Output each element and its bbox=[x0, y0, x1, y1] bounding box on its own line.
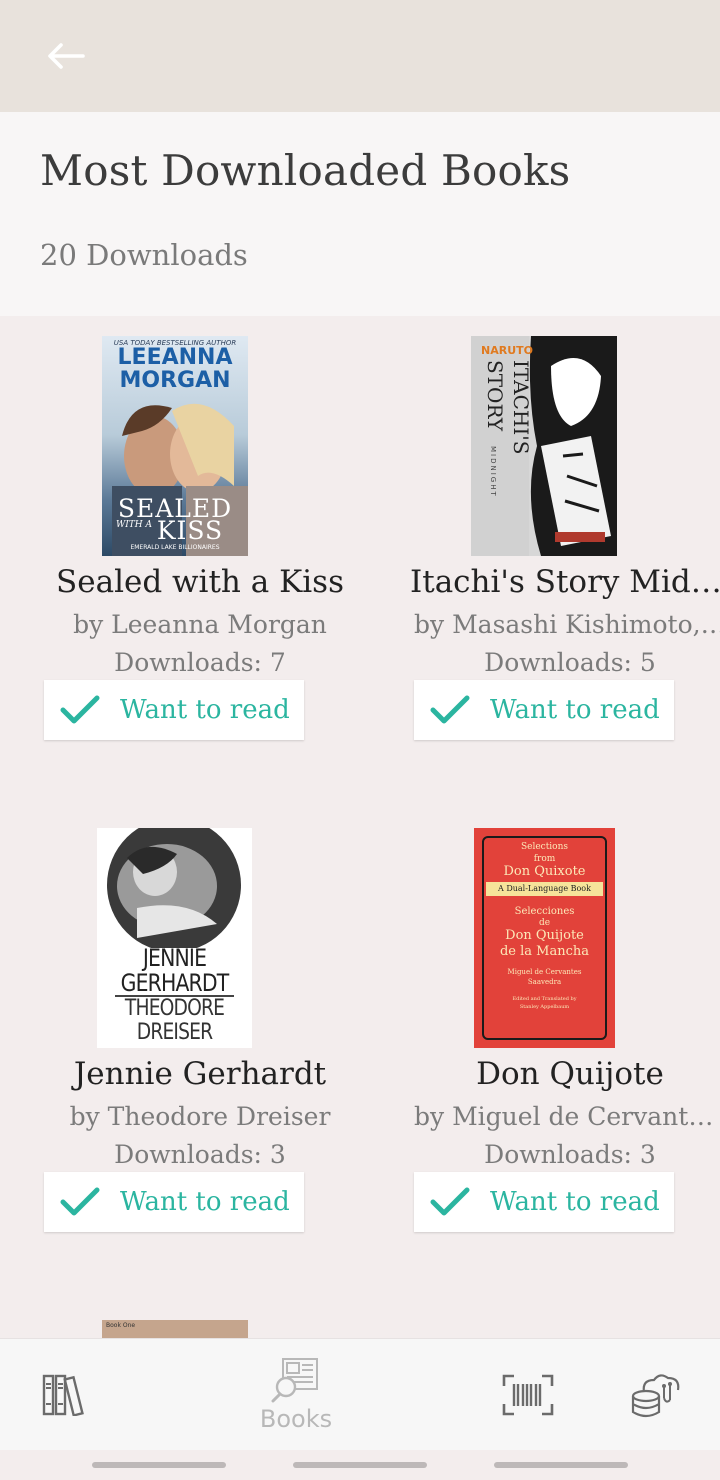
book-cover-partial[interactable]: Book One bbox=[102, 1320, 248, 1338]
want-to-read-button[interactable]: Want to read bbox=[44, 680, 304, 740]
cover-title: ITACHI'S bbox=[509, 360, 533, 455]
cover-series: EMERALD LAKE BILLIONAIRES bbox=[130, 544, 220, 551]
gesture-pill bbox=[293, 1462, 427, 1468]
book-card[interactable]: JENNIE GERHARDT THEODORE DREISER Jennie … bbox=[30, 828, 370, 1248]
back-button[interactable] bbox=[30, 30, 100, 82]
gesture-pill bbox=[494, 1462, 628, 1468]
system-gesture-bar bbox=[0, 1450, 720, 1480]
page-title: Most Downloaded Books bbox=[40, 146, 571, 195]
nav-books-label: Books bbox=[259, 1405, 333, 1433]
cover-l10: Saavedra bbox=[527, 978, 562, 986]
checkmark-icon bbox=[60, 695, 100, 725]
book-cover[interactable]: USA TODAY BESTSELLING AUTHOR LEEANNA MOR… bbox=[102, 336, 248, 556]
nav-cloud-sync[interactable] bbox=[614, 1339, 698, 1451]
cover-l7: Don Quijote bbox=[505, 928, 584, 943]
cover-l5: Selecciones bbox=[514, 906, 575, 917]
book-title: Don Quijote bbox=[476, 1056, 664, 1092]
cover-vertical-title2: STORY bbox=[483, 360, 507, 432]
cover-l11: Edited and Translated by bbox=[512, 996, 577, 1002]
want-to-read-button[interactable]: Want to read bbox=[44, 1172, 304, 1232]
gesture-pill bbox=[92, 1462, 226, 1468]
book-card[interactable]: Selections from Don Quixote A Dual-Langu… bbox=[400, 828, 720, 1248]
arrow-left-icon bbox=[48, 43, 85, 69]
cover-partial-text: Book One bbox=[106, 1322, 136, 1329]
cover-line-3: THEODORE bbox=[124, 996, 225, 1021]
book-search-icon bbox=[271, 1358, 318, 1403]
want-to-read-label: Want to read bbox=[490, 1187, 660, 1217]
downloads-count: 20 Downloads bbox=[40, 238, 248, 272]
book-cover[interactable]: NARUTO ITACHI'S STORY MIDNIGHT bbox=[471, 336, 617, 556]
book-card[interactable]: USA TODAY BESTSELLING AUTHOR LEEANNA MOR… bbox=[30, 336, 370, 756]
cover-subtitle: MIDNIGHT bbox=[489, 446, 497, 498]
cover-title-2: KISS bbox=[156, 516, 224, 545]
cover-line-4: DREISER bbox=[136, 1020, 213, 1045]
cover-l2: from bbox=[533, 854, 556, 864]
cover-title2: STORY bbox=[483, 360, 507, 432]
cover-l1: Selections bbox=[520, 842, 569, 852]
book-author: by Theodore Dreiser bbox=[69, 1102, 331, 1131]
cover-line-2: GERHARDT bbox=[120, 969, 230, 997]
want-to-read-button[interactable]: Want to read bbox=[414, 680, 674, 740]
cover-brand: NARUTO bbox=[481, 344, 533, 357]
book-title: Jennie Gerhardt bbox=[73, 1056, 327, 1092]
book-author: by Miguel de Cervantes Saavedra bbox=[414, 1102, 720, 1131]
book-downloads: Downloads: 3 bbox=[114, 1140, 286, 1169]
nav-books[interactable]: Books bbox=[236, 1339, 356, 1451]
bookshelf-icon bbox=[42, 1374, 84, 1416]
cover-l12: Stanley Appelbaum bbox=[519, 1004, 570, 1010]
nav-bookshelf[interactable] bbox=[22, 1339, 106, 1451]
barcode-scan-icon bbox=[502, 1374, 554, 1416]
cover-author-2: MORGAN bbox=[119, 368, 231, 393]
want-to-read-label: Want to read bbox=[120, 1187, 290, 1217]
top-app-bar bbox=[0, 0, 720, 112]
cover-l8: de la Mancha bbox=[499, 944, 590, 959]
nav-scan[interactable] bbox=[486, 1339, 570, 1451]
book-author: by Masashi Kishimoto, Takashi Yano bbox=[414, 610, 720, 639]
book-cover[interactable]: JENNIE GERHARDT THEODORE DREISER bbox=[97, 828, 252, 1048]
cover-l6: de bbox=[538, 918, 551, 928]
book-downloads: Downloads: 7 bbox=[114, 648, 286, 677]
want-to-read-button[interactable]: Want to read bbox=[414, 1172, 674, 1232]
checkmark-icon bbox=[430, 1187, 470, 1217]
book-downloads: Downloads: 5 bbox=[484, 648, 656, 677]
book-title: Itachi's Story Midnight bbox=[410, 564, 720, 600]
book-author: by Leeanna Morgan bbox=[73, 610, 327, 639]
book-title: Sealed with a Kiss bbox=[56, 564, 344, 600]
want-to-read-label: Want to read bbox=[490, 695, 660, 725]
cover-l3: Don Quixote bbox=[503, 864, 586, 879]
cover-vertical-sub: MIDNIGHT bbox=[487, 446, 497, 498]
book-cover[interactable]: Selections from Don Quixote A Dual-Langu… bbox=[474, 828, 615, 1048]
want-to-read-label: Want to read bbox=[120, 695, 290, 725]
cloud-database-icon bbox=[631, 1374, 680, 1418]
cover-vertical-title: ITACHI'S bbox=[509, 360, 533, 455]
checkmark-icon bbox=[430, 695, 470, 725]
page-header: Most Downloaded Books 20 Downloads bbox=[0, 112, 720, 316]
book-card[interactable]: NARUTO ITACHI'S STORY MIDNIGHT Itachi's … bbox=[400, 336, 720, 756]
cover-l9: Miguel de Cervantes bbox=[507, 968, 582, 976]
checkmark-icon bbox=[60, 1187, 100, 1217]
cover-l4: A Dual-Language Book bbox=[498, 884, 591, 893]
bottom-navigation: Books bbox=[0, 1338, 720, 1451]
book-downloads: Downloads: 3 bbox=[484, 1140, 656, 1169]
cover-line-1: JENNIE bbox=[142, 944, 207, 972]
cover-author-1: LEEANNA bbox=[117, 345, 233, 370]
